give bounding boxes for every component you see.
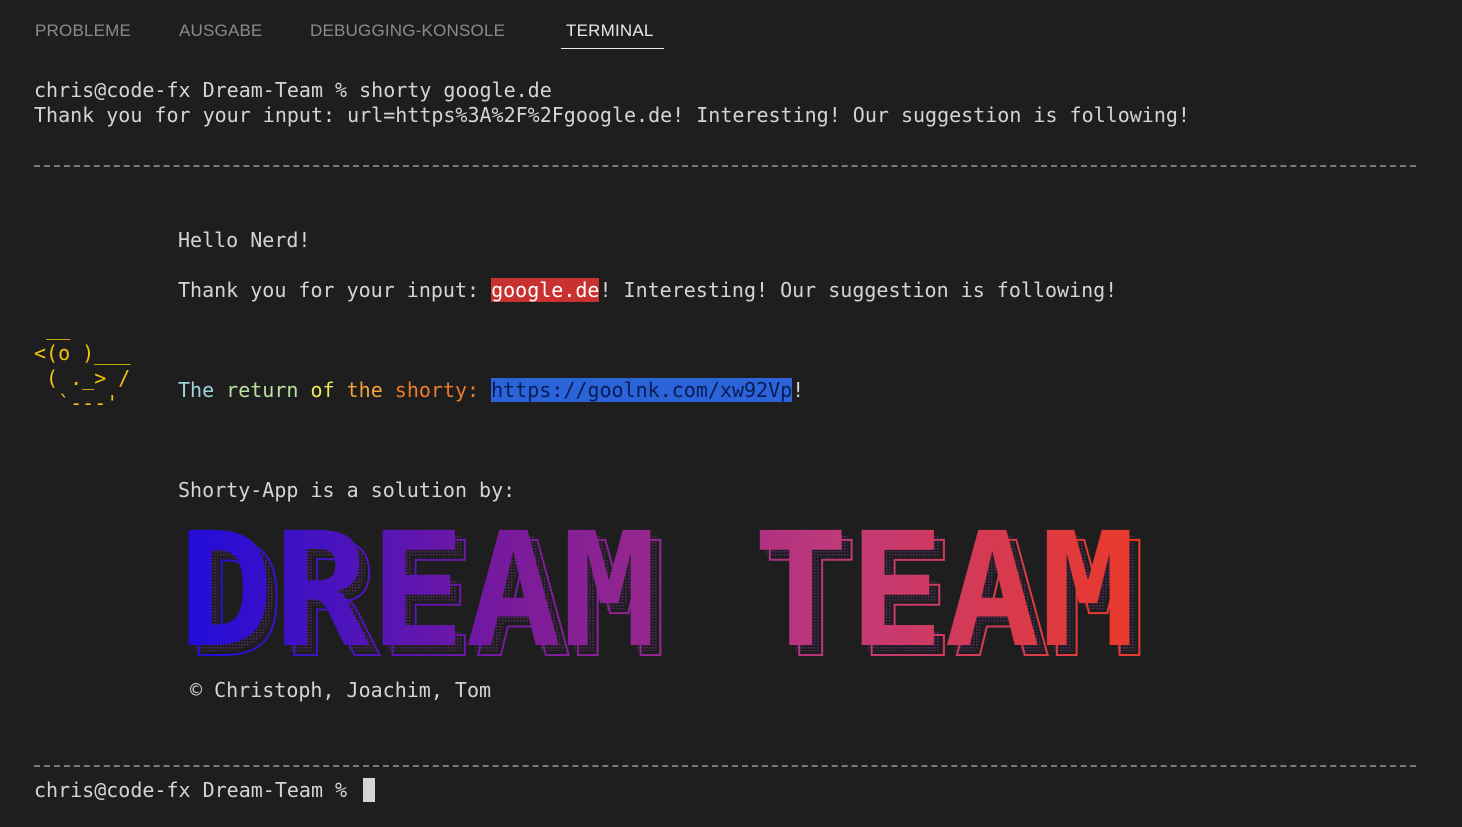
dream-team-banner-graphic: DREAM TEAM DREAM TEAM DREAM TEAM (178, 499, 1147, 694)
copyright-text: © Christoph, Joachim, Tom (190, 678, 492, 702)
return-line: The return of the shorty: https://goolnk… (178, 378, 804, 403)
thanks-line: Thank you for your input: google.de! Int… (178, 278, 1117, 303)
terminal-cursor (363, 778, 376, 802)
short-url-link[interactable]: https://goolnk.com/xw92Vp (491, 378, 793, 402)
terminal-line-output: Thank you for your input: url=https%3A%2… (34, 103, 1190, 127)
separator-top (34, 165, 1416, 167)
exclaim: ! (792, 378, 805, 402)
input-domain-highlight: google.de (491, 278, 600, 302)
command: shorty google.de (359, 78, 552, 102)
return-word-2: return (226, 378, 299, 402)
return-word-4: the (346, 378, 383, 402)
greeting-text: Hello Nerd! (178, 228, 311, 252)
duck-ascii-art: __ <(o )___ ( ._> / `---' (34, 316, 131, 415)
separator-bottom (34, 765, 1416, 767)
return-word-5: shorty: (394, 378, 480, 402)
banner-text: DREAM TEAM (178, 527, 1136, 672)
active-tab-indicator (561, 48, 664, 49)
return-word-3: of (310, 378, 335, 402)
thanks-suffix: ! Interesting! Our suggestion is followi… (599, 278, 1118, 302)
terminal-prompt-line[interactable]: chris@code-fx Dream-Team % (34, 778, 376, 803)
panel-tabs: PROBLEME AUSGABE DEBUGGING-KONSOLE TERMI… (0, 0, 1462, 52)
prompt: chris@code-fx Dream-Team % (34, 778, 360, 802)
terminal-line-command: chris@code-fx Dream-Team % shorty google… (34, 78, 552, 103)
tab-debugging-konsole[interactable]: DEBUGGING-KONSOLE (310, 20, 505, 42)
tab-probleme[interactable]: PROBLEME (35, 20, 131, 42)
tab-terminal[interactable]: TERMINAL (566, 20, 654, 42)
thanks-prefix: Thank you for your input: (178, 278, 492, 302)
prompt: chris@code-fx Dream-Team % (34, 78, 360, 102)
dream-team-banner: DREAM TEAM DREAM TEAM DREAM TEAM (178, 499, 1153, 694)
return-word-1: The (178, 378, 215, 402)
solution-by-text: Shorty-App is a solution by: (178, 478, 516, 502)
tab-ausgabe[interactable]: AUSGABE (179, 20, 263, 42)
